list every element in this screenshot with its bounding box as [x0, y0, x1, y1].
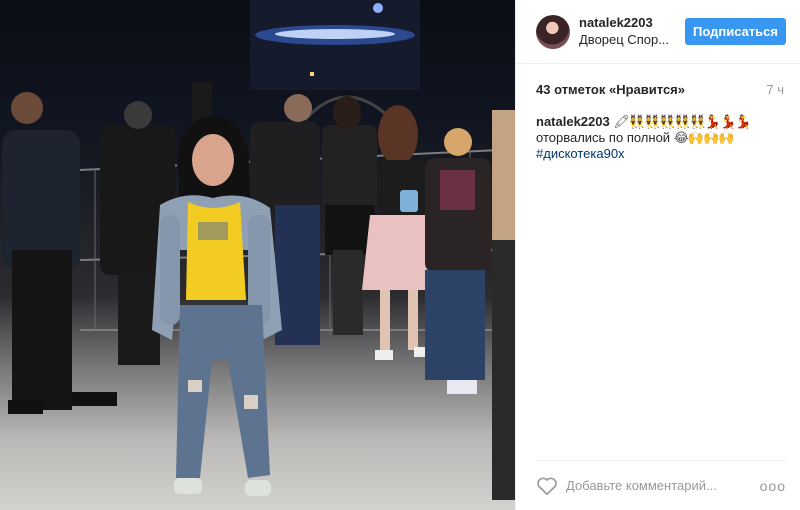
comment-bar: ooo [536, 460, 786, 510]
post-location[interactable]: Дворец Спор... [579, 31, 669, 48]
post-photo[interactable] [0, 0, 515, 510]
author-info: natalek2203 Дворец Спор... [579, 15, 677, 48]
more-options-button[interactable]: ooo [760, 478, 786, 494]
follow-button[interactable]: Подписаться [684, 18, 786, 45]
author-username[interactable]: natalek2203 [579, 15, 677, 31]
post-header: natalek2203 Дворец Спор... Подписаться [516, 0, 800, 64]
hashtag-link[interactable]: #дискотека90х [536, 146, 780, 162]
post-side-panel: natalek2203 Дворец Спор... Подписаться 4… [515, 0, 800, 510]
post-caption: natalek2203 🖍👯👯👯👯👯💃💃💃 оторвались по полн… [516, 114, 800, 162]
instagram-post: natalek2203 Дворец Спор... Подписаться 4… [0, 0, 800, 510]
post-meta: 43 отметок «Нравится» 7 ч [516, 64, 800, 114]
caption-username[interactable]: natalek2203 [536, 114, 610, 129]
caption-text: оторвались по полной [536, 130, 671, 145]
comment-input[interactable] [566, 478, 760, 493]
post-time[interactable]: 7 ч [766, 82, 784, 97]
avatar[interactable] [536, 14, 570, 49]
caption-emoji-1: 🖍👯👯👯👯👯💃💃💃 [613, 114, 751, 129]
caption-line-1: natalek2203 🖍👯👯👯👯👯💃💃💃 [536, 114, 780, 130]
caption-emoji-2: 😂🙌🙌🙌 [673, 130, 735, 145]
caption-line-2: оторвались по полной 😂🙌🙌🙌 [536, 130, 780, 146]
likes-count[interactable]: 43 отметок «Нравится» [536, 82, 685, 97]
concert-photo-illustration [2, 0, 515, 500]
heart-outline-icon[interactable] [536, 476, 558, 496]
